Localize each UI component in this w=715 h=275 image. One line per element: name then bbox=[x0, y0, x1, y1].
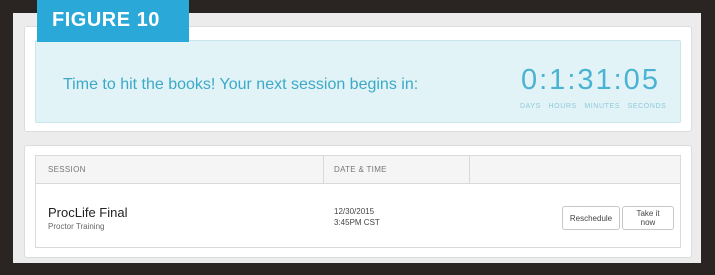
column-divider bbox=[469, 156, 470, 183]
header-date-time: DATE & TIME bbox=[334, 165, 387, 174]
column-divider bbox=[323, 156, 324, 183]
take-it-now-button[interactable]: Take it now bbox=[622, 206, 674, 230]
session-time: 3:45PM CST bbox=[334, 218, 380, 227]
timer-label-minutes: MINUTES bbox=[584, 103, 621, 110]
countdown-banner: Time to hit the books! Your next session… bbox=[35, 40, 681, 123]
sessions-panel: SESSION DATE & TIME ProcLife Final Proct… bbox=[24, 145, 692, 258]
timer-label-hours: HOURS bbox=[548, 103, 577, 110]
session-date: 12/30/2015 bbox=[334, 207, 375, 216]
countdown-timer: 0:1:31:05 bbox=[521, 64, 660, 96]
figure-badge: FIGURE 10 bbox=[37, 0, 189, 42]
countdown-message: Time to hit the books! Your next session… bbox=[63, 76, 419, 93]
reschedule-button[interactable]: Reschedule bbox=[562, 206, 620, 230]
timer-label-days: DAYS bbox=[520, 103, 541, 110]
session-subtitle: Proctor Training bbox=[48, 222, 105, 231]
session-name: ProcLife Final bbox=[48, 205, 128, 220]
timer-unit-labels: DAYS HOURS MINUTES SECONDS bbox=[520, 103, 671, 110]
header-session: SESSION bbox=[48, 165, 86, 174]
session-date-time: 12/30/2015 3:45PM CST bbox=[334, 206, 380, 228]
timer-label-seconds: SECONDS bbox=[627, 103, 667, 110]
figure-label: FIGURE 10 bbox=[52, 9, 160, 31]
sessions-table: SESSION DATE & TIME ProcLife Final Proct… bbox=[35, 155, 681, 248]
table-header: SESSION DATE & TIME bbox=[36, 156, 680, 184]
